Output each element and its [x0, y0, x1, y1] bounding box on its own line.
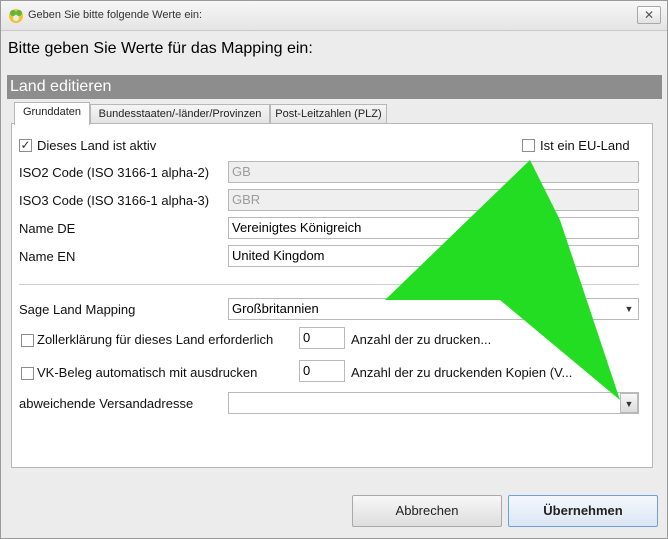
customs-checkbox[interactable]	[21, 334, 34, 347]
eu-checkbox[interactable]	[522, 139, 535, 152]
tab-label: Bundesstaaten/-länder/Provinzen	[98, 108, 262, 120]
vk-beleg-copies-field[interactable]: 0	[299, 360, 345, 382]
iso3-field[interactable]: GBR	[228, 189, 639, 211]
section-title: Land editieren	[7, 75, 662, 99]
name-en-label: Name EN	[19, 249, 76, 264]
tab-grunddaten[interactable]: Grunddaten	[14, 102, 90, 125]
cancel-button[interactable]: Abbrechen	[352, 495, 502, 527]
tab-plz[interactable]: Post-Leitzahlen (PLZ)	[270, 104, 387, 124]
app-logo-icon	[9, 9, 23, 23]
window-title: Geben Sie bitte folgende Werte ein:	[28, 9, 203, 21]
dialog-window: Geben Sie bitte folgende Werte ein: ✕ Bi…	[0, 0, 668, 539]
customs-copies-label: Anzahl der zu drucken...	[351, 332, 492, 347]
name-de-label: Name DE	[19, 221, 76, 236]
sage-mapping-select[interactable]: Großbritannien	[228, 298, 639, 320]
vk-beleg-checkbox[interactable]	[21, 367, 34, 380]
vk-beleg-label: VK-Beleg automatisch mit ausdrucken	[37, 365, 258, 380]
eu-checkbox-label: Ist ein EU-Land	[540, 138, 630, 153]
active-checkbox-label: Dieses Land ist aktiv	[37, 138, 157, 153]
close-button[interactable]: ✕	[637, 6, 661, 24]
chevron-down-icon[interactable]: ▼	[620, 299, 638, 319]
sage-mapping-label: Sage Land Mapping	[19, 302, 136, 317]
customs-copies-field[interactable]: 0	[299, 327, 345, 349]
chevron-down-icon[interactable]: ▼	[620, 393, 638, 413]
dialog-heading: Bitte geben Sie Werte für das Mapping ei…	[8, 40, 313, 57]
title-bar: Geben Sie bitte folgende Werte ein: ✕	[1, 1, 667, 31]
customs-label: Zollerklärung für dieses Land erforderli…	[37, 332, 274, 347]
shipping-address-select[interactable]	[228, 392, 639, 414]
tab-label: Grunddaten	[22, 106, 82, 118]
separator	[19, 284, 639, 285]
name-de-field[interactable]: Vereinigtes Königreich	[228, 217, 639, 239]
tab-bundesstaaten[interactable]: Bundesstaaten/-länder/Provinzen	[90, 104, 270, 124]
name-en-field[interactable]: United Kingdom	[228, 245, 639, 267]
iso2-field[interactable]: GB	[228, 161, 639, 183]
active-checkbox[interactable]: ✓	[19, 139, 32, 152]
apply-button[interactable]: Übernehmen	[508, 495, 658, 527]
checkmark-icon: ✓	[20, 138, 31, 152]
shipping-address-label: abweichende Versandadresse	[19, 396, 194, 411]
tab-label: Post-Leitzahlen (PLZ)	[275, 108, 382, 120]
iso3-label: ISO3 Code (ISO 3166-1 alpha-3)	[19, 193, 210, 208]
vk-beleg-copies-label: Anzahl der zu druckenden Kopien (V...	[351, 365, 573, 380]
close-icon: ✕	[643, 8, 655, 22]
iso2-label: ISO2 Code (ISO 3166-1 alpha-2)	[19, 165, 210, 180]
